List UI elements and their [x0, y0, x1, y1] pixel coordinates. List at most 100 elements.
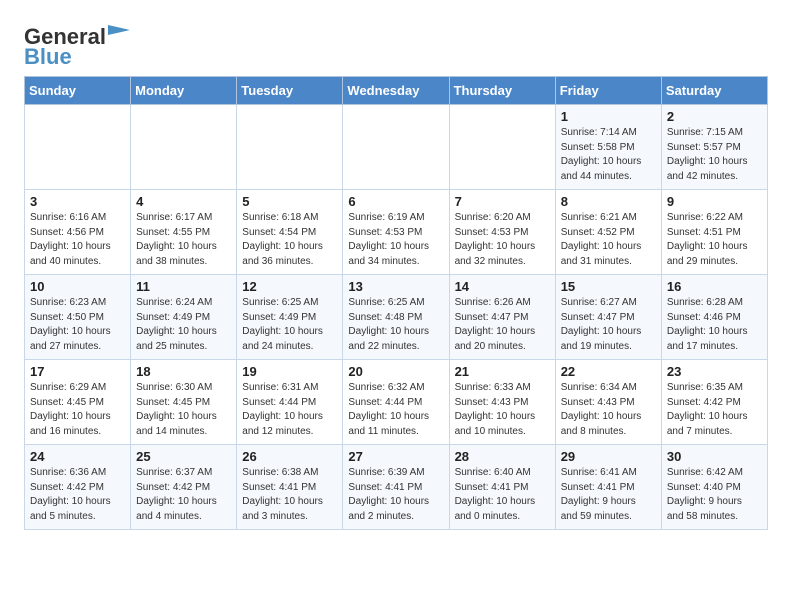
day-cell: 17 Sunrise: 6:29 AM Sunset: 4:45 PM Dayli…	[25, 360, 131, 445]
day-cell: 23Sunrise: 6:35 AM Sunset: 4:42 PM Dayli…	[661, 360, 767, 445]
day-cell: 3 Sunrise: 6:16 AM Sunset: 4:56 PM Daylig…	[25, 190, 131, 275]
day-cell: 15 Sunrise: 6:27 AM Sunset: 4:47 PM Dayli…	[555, 275, 661, 360]
day-cell: 20 Sunrise: 6:32 AM Sunset: 4:44 PM Dayli…	[343, 360, 449, 445]
day-cell	[131, 105, 237, 190]
day-number: 24	[30, 449, 125, 464]
day-info: Sunrise: 6:37 AM Sunset: 4:42 PM Dayligh…	[136, 466, 231, 524]
day-cell: 25 Sunrise: 6:37 AM Sunset: 4:42 PM Dayli…	[131, 445, 237, 530]
day-info: Sunrise: 6:18 AM Sunset: 4:54 PM Dayligh…	[242, 211, 337, 269]
day-cell: 11 Sunrise: 6:24 AM Sunset: 4:49 PM Dayli…	[131, 275, 237, 360]
day-number: 10	[30, 279, 125, 294]
day-cell: 16 Sunrise: 6:28 AM Sunset: 4:46 PM Dayli…	[661, 275, 767, 360]
day-number: 23	[667, 364, 762, 379]
logo: General Blue	[24, 24, 130, 70]
day-info: Sunrise: 6:30 AM Sunset: 4:45 PM Dayligh…	[136, 381, 231, 439]
day-number: 18	[136, 364, 231, 379]
day-cell: 1Sunrise: 7:14 AM Sunset: 5:58 PM Daylig…	[555, 105, 661, 190]
day-info: Sunrise: 6:22 AM Sunset: 4:51 PM Dayligh…	[667, 211, 762, 269]
day-number: 15	[561, 279, 656, 294]
day-info: Sunrise: 6:28 AM Sunset: 4:46 PM Dayligh…	[667, 296, 762, 354]
day-cell: 28Sunrise: 6:40 AM Sunset: 4:41 PM Dayli…	[449, 445, 555, 530]
day-number: 12	[242, 279, 337, 294]
header-friday: Friday	[555, 77, 661, 105]
day-cell: 5Sunrise: 6:18 AM Sunset: 4:54 PM Daylig…	[237, 190, 343, 275]
day-number: 13	[348, 279, 443, 294]
day-number: 8	[561, 194, 656, 209]
day-info: Sunrise: 6:20 AM Sunset: 4:53 PM Dayligh…	[455, 211, 550, 269]
day-info: Sunrise: 6:42 AM Sunset: 4:40 PM Dayligh…	[667, 466, 762, 524]
day-cell: 10 Sunrise: 6:23 AM Sunset: 4:50 PM Dayli…	[25, 275, 131, 360]
day-info: Sunrise: 6:31 AM Sunset: 4:44 PM Dayligh…	[242, 381, 337, 439]
logo-flag-icon	[108, 25, 130, 41]
day-number: 29	[561, 449, 656, 464]
week-row-5: 24 Sunrise: 6:36 AM Sunset: 4:42 PM Dayli…	[25, 445, 768, 530]
header-thursday: Thursday	[449, 77, 555, 105]
day-number: 25	[136, 449, 231, 464]
day-number: 27	[348, 449, 443, 464]
day-number: 1	[561, 109, 656, 124]
logo-blue: Blue	[24, 44, 72, 70]
day-number: 30	[667, 449, 762, 464]
day-number: 21	[455, 364, 550, 379]
header-monday: Monday	[131, 77, 237, 105]
day-info: Sunrise: 6:33 AM Sunset: 4:43 PM Dayligh…	[455, 381, 550, 439]
day-info: Sunrise: 6:17 AM Sunset: 4:55 PM Dayligh…	[136, 211, 231, 269]
day-info: Sunrise: 7:15 AM Sunset: 5:57 PM Dayligh…	[667, 126, 762, 184]
day-info: Sunrise: 6:26 AM Sunset: 4:47 PM Dayligh…	[455, 296, 550, 354]
header-sunday: Sunday	[25, 77, 131, 105]
day-cell: 14 Sunrise: 6:26 AM Sunset: 4:47 PM Dayli…	[449, 275, 555, 360]
day-cell: 30 Sunrise: 6:42 AM Sunset: 4:40 PM Dayli…	[661, 445, 767, 530]
day-number: 26	[242, 449, 337, 464]
day-cell: 9 Sunrise: 6:22 AM Sunset: 4:51 PM Daylig…	[661, 190, 767, 275]
week-row-4: 17 Sunrise: 6:29 AM Sunset: 4:45 PM Dayli…	[25, 360, 768, 445]
day-info: Sunrise: 6:19 AM Sunset: 4:53 PM Dayligh…	[348, 211, 443, 269]
day-info: Sunrise: 6:38 AM Sunset: 4:41 PM Dayligh…	[242, 466, 337, 524]
day-cell	[343, 105, 449, 190]
day-number: 4	[136, 194, 231, 209]
day-number: 11	[136, 279, 231, 294]
day-number: 19	[242, 364, 337, 379]
day-number: 16	[667, 279, 762, 294]
day-info: Sunrise: 6:27 AM Sunset: 4:47 PM Dayligh…	[561, 296, 656, 354]
day-number: 17	[30, 364, 125, 379]
day-cell	[237, 105, 343, 190]
header-saturday: Saturday	[661, 77, 767, 105]
day-info: Sunrise: 6:32 AM Sunset: 4:44 PM Dayligh…	[348, 381, 443, 439]
day-cell: 27 Sunrise: 6:39 AM Sunset: 4:41 PM Dayli…	[343, 445, 449, 530]
day-cell: 6 Sunrise: 6:19 AM Sunset: 4:53 PM Daylig…	[343, 190, 449, 275]
day-info: Sunrise: 6:25 AM Sunset: 4:49 PM Dayligh…	[242, 296, 337, 354]
day-info: Sunrise: 6:41 AM Sunset: 4:41 PM Dayligh…	[561, 466, 656, 524]
day-cell: 26 Sunrise: 6:38 AM Sunset: 4:41 PM Dayli…	[237, 445, 343, 530]
day-cell: 4 Sunrise: 6:17 AM Sunset: 4:55 PM Daylig…	[131, 190, 237, 275]
day-info: Sunrise: 6:24 AM Sunset: 4:49 PM Dayligh…	[136, 296, 231, 354]
day-info: Sunrise: 6:21 AM Sunset: 4:52 PM Dayligh…	[561, 211, 656, 269]
day-info: Sunrise: 6:23 AM Sunset: 4:50 PM Dayligh…	[30, 296, 125, 354]
day-cell	[449, 105, 555, 190]
day-info: Sunrise: 6:29 AM Sunset: 4:45 PM Dayligh…	[30, 381, 125, 439]
day-number: 2	[667, 109, 762, 124]
day-info: Sunrise: 6:34 AM Sunset: 4:43 PM Dayligh…	[561, 381, 656, 439]
day-info: Sunrise: 6:25 AM Sunset: 4:48 PM Dayligh…	[348, 296, 443, 354]
day-number: 20	[348, 364, 443, 379]
day-number: 9	[667, 194, 762, 209]
day-number: 7	[455, 194, 550, 209]
day-number: 3	[30, 194, 125, 209]
day-info: Sunrise: 6:39 AM Sunset: 4:41 PM Dayligh…	[348, 466, 443, 524]
week-row-3: 10 Sunrise: 6:23 AM Sunset: 4:50 PM Dayli…	[25, 275, 768, 360]
week-row-2: 3 Sunrise: 6:16 AM Sunset: 4:56 PM Daylig…	[25, 190, 768, 275]
day-cell: 21 Sunrise: 6:33 AM Sunset: 4:43 PM Dayli…	[449, 360, 555, 445]
day-cell: 7 Sunrise: 6:20 AM Sunset: 4:53 PM Daylig…	[449, 190, 555, 275]
day-number: 14	[455, 279, 550, 294]
day-cell: 8 Sunrise: 6:21 AM Sunset: 4:52 PM Daylig…	[555, 190, 661, 275]
day-cell: 13 Sunrise: 6:25 AM Sunset: 4:48 PM Dayli…	[343, 275, 449, 360]
day-cell	[25, 105, 131, 190]
page-header: General Blue	[24, 20, 768, 70]
day-number: 22	[561, 364, 656, 379]
day-number: 6	[348, 194, 443, 209]
day-cell: 24 Sunrise: 6:36 AM Sunset: 4:42 PM Dayli…	[25, 445, 131, 530]
week-row-1: 1Sunrise: 7:14 AM Sunset: 5:58 PM Daylig…	[25, 105, 768, 190]
day-info: Sunrise: 6:36 AM Sunset: 4:42 PM Dayligh…	[30, 466, 125, 524]
day-cell: 12 Sunrise: 6:25 AM Sunset: 4:49 PM Dayli…	[237, 275, 343, 360]
day-info: Sunrise: 6:40 AM Sunset: 4:41 PM Dayligh…	[455, 466, 550, 524]
day-info: Sunrise: 6:16 AM Sunset: 4:56 PM Dayligh…	[30, 211, 125, 269]
